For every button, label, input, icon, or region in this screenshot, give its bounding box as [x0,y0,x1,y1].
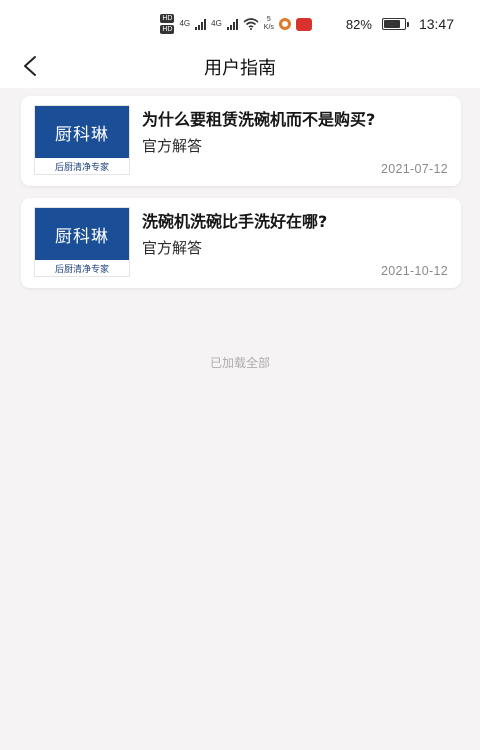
brand-logo: 厨科琳 [35,106,129,158]
network-speed: 5 K/s [264,16,274,32]
network-type-1: 4G [179,19,191,28]
status-icons: HD HD 4G 4G 5 K/s [160,14,312,34]
brand-logo-text: 厨科琳 [55,124,109,145]
brand-logo-text: 厨科琳 [55,226,109,247]
article-date: 2021-07-12 [381,162,448,176]
article-title: 为什么要租赁洗碗机而不是购买? [142,110,376,129]
article-list: 厨科琳 后厨清净专家 为什么要租赁洗碗机而不是购买? 官方解答 2021-07-… [0,88,480,750]
article-thumbnail: 厨科琳 后厨清净专家 [34,207,130,277]
status-bar: HD HD 4G 4G 5 K/s 82% 13:47 [0,0,480,48]
nav-bar: 用户指南 [0,48,480,88]
article-title: 洗碗机洗碗比手洗好在哪? [142,212,328,231]
article-date: 2021-10-12 [381,264,448,278]
hd-indicators: HD HD [160,14,175,34]
article-source: 官方解答 [142,137,203,155]
article-card[interactable]: 厨科琳 后厨清净专家 为什么要租赁洗碗机而不是购买? 官方解答 2021-07-… [21,96,461,186]
article-card[interactable]: 厨科琳 后厨清净专家 洗碗机洗碗比手洗好在哪? 官方解答 2021-10-12 [21,198,461,288]
status-time: 13:47 [418,16,454,32]
signal-icon [195,18,207,30]
article-thumbnail: 厨科琳 后厨清净专家 [34,105,130,175]
speed-value: 5 [266,16,271,23]
brand-slogan: 后厨清净专家 [54,163,109,173]
network-type-2: 4G [211,19,222,28]
list-end-message: 已加载全部 [209,356,270,370]
battery-icon [381,18,409,30]
app-badge-icon [295,17,312,31]
article-source: 官方解答 [142,239,203,257]
hd-label-2: HD [160,25,175,34]
app-notification-icon [278,18,291,30]
brand-logo: 厨科琳 [35,208,129,260]
hd-label-1: HD [160,14,175,23]
wifi-icon [243,18,259,30]
speed-unit: K/s [263,24,274,31]
page-title: 用户指南 [204,58,276,79]
signal-icon [226,18,238,30]
battery-percent: 82% [345,16,372,32]
brand-slogan: 后厨清净专家 [54,265,109,275]
